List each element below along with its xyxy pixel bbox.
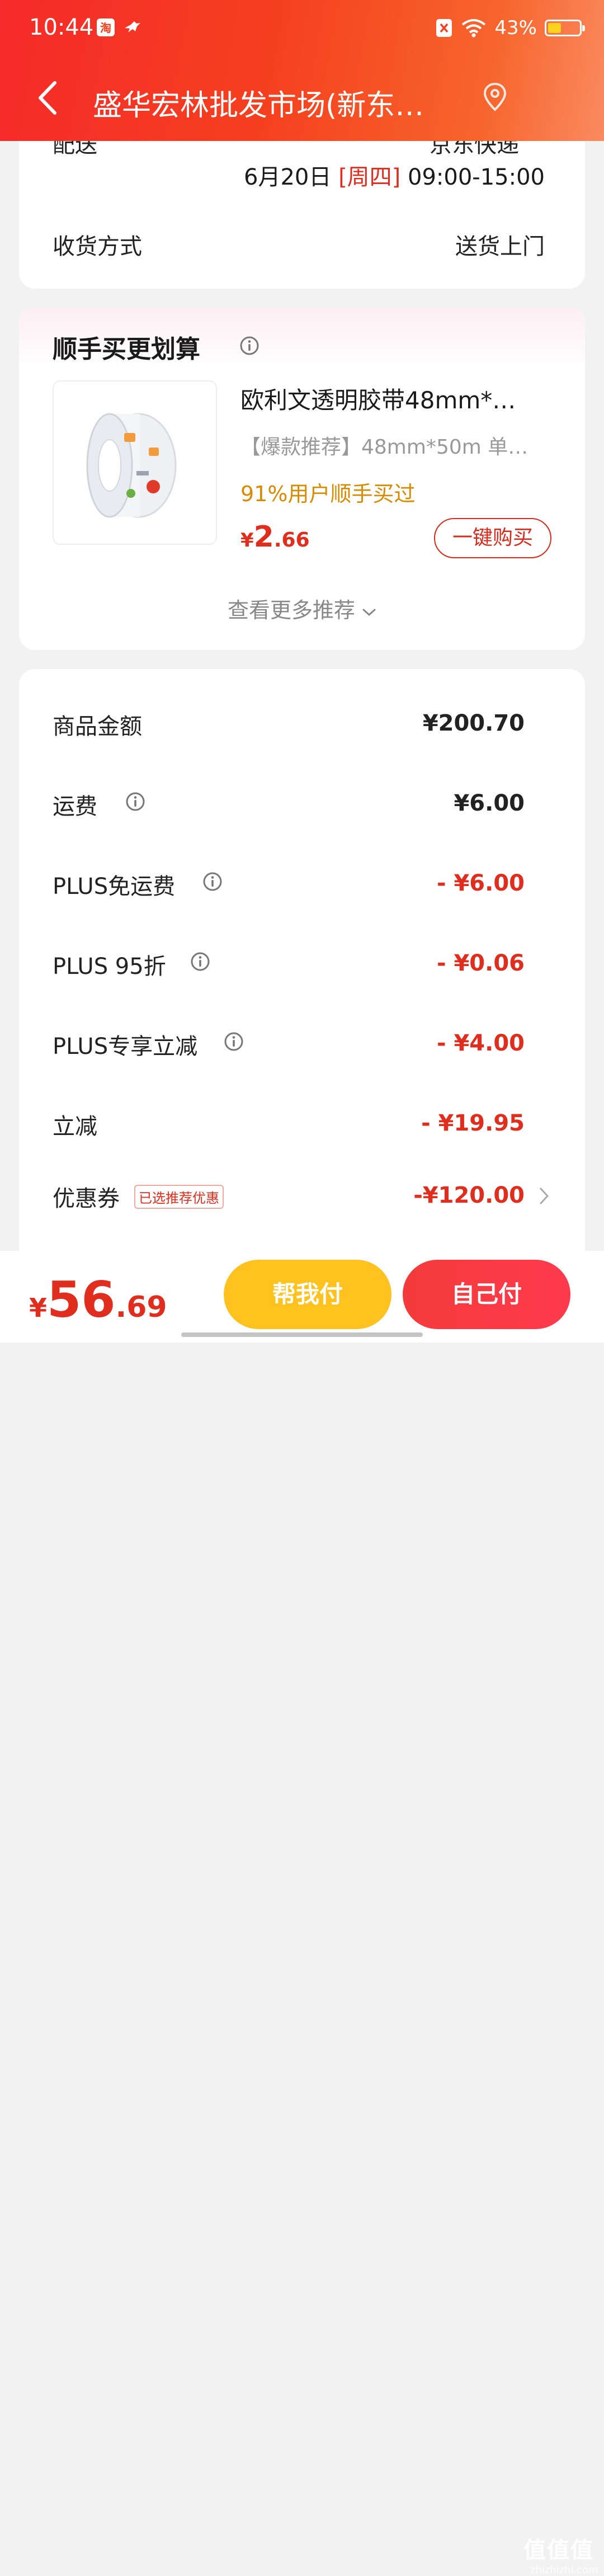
watermark-site: zhizhizhi.com <box>530 2564 598 2576</box>
recommend-title: 顺手买更划算 <box>53 335 200 364</box>
product-desc: 【爆款推荐】48mm*50m 单… <box>240 436 528 459</box>
info-icon[interactable] <box>125 792 145 812</box>
info-icon[interactable] <box>190 952 210 972</box>
receive-method-value[interactable]: 送货上门 <box>455 228 545 261</box>
product-tag: 91%用户顺手买过 <box>240 482 416 506</box>
one-click-buy-button[interactable]: 一键购买 <box>434 518 551 558</box>
self-pay-button[interactable]: 自己付 <box>403 1260 570 1329</box>
price-row-value: ¥200.70 <box>422 710 525 736</box>
close-box-icon <box>436 19 452 37</box>
price-row-label: 立减 <box>53 1114 97 1139</box>
product-price: ¥2.66 <box>240 520 310 554</box>
product-image[interactable] <box>53 380 217 545</box>
header: 10:44 淘 43% 盛华宏林批发市场(新东… <box>0 0 604 141</box>
total-symbol: ¥ <box>29 1293 48 1323</box>
price-card: 商品金额 ¥200.70 运费 ¥6.00 PLUS免运费 - ¥6.00 PLUS 95折… <box>19 669 585 1268</box>
price-row-value: - ¥0.06 <box>436 950 525 976</box>
price-row-value: ¥6.00 <box>454 790 525 816</box>
price-row-label: PLUS 95折 <box>53 954 166 979</box>
tape-roll-image <box>86 413 177 518</box>
price-row-value: - ¥19.95 <box>421 1110 525 1136</box>
chevron-left-icon[interactable] <box>32 79 66 116</box>
price-int: 2 <box>253 520 274 554</box>
chevron-down-icon <box>362 609 376 616</box>
location-pin-icon[interactable] <box>482 82 508 113</box>
battery-icon <box>545 20 585 36</box>
bird-icon <box>125 21 140 32</box>
price-symbol: ¥ <box>240 529 254 552</box>
status-right: 43% <box>435 15 585 41</box>
receive-method-label: 收货方式 <box>53 234 142 260</box>
page-title: 盛华宏林批发市场(新东… <box>93 89 424 123</box>
taobao-icon: 淘 <box>97 18 115 36</box>
delivery-time-slot: 09:00-15:00 <box>408 164 545 190</box>
recommend-card: 顺手买更划算 欧利文透明胶带48mm*… 【爆款推荐】48mm*50m 单… 9… <box>19 308 585 650</box>
battery-level <box>548 23 561 33</box>
battery-percent: 43% <box>494 17 537 39</box>
watermark: 值值值 <box>523 2537 594 2563</box>
price-row-label: 优惠券 <box>53 1186 120 1212</box>
total-int: 56 <box>47 1271 116 1329</box>
more-recommend-link[interactable]: 查看更多推荐 <box>19 593 585 624</box>
nav-bar: 盛华宏林批发市场(新东… <box>0 67 604 129</box>
wifi-icon <box>462 19 486 37</box>
help-pay-button[interactable]: 帮我付 <box>224 1260 391 1329</box>
info-icon[interactable] <box>239 336 259 356</box>
delivery-schedule[interactable]: 6月20日 [周四] 09:00-15:00 <box>244 159 545 191</box>
price-row-label: PLUS免运费 <box>53 874 176 900</box>
more-recommend-label: 查看更多推荐 <box>227 598 355 623</box>
price-row-label: PLUS专享立减 <box>53 1034 198 1059</box>
total-dec: .69 <box>115 1291 167 1324</box>
home-indicator[interactable] <box>181 1332 423 1337</box>
price-row-value: - ¥4.00 <box>436 1030 525 1056</box>
coupon-badge: 已选推荐优惠 <box>134 1185 224 1209</box>
total-price: ¥56.69 <box>29 1271 167 1329</box>
price-row-value: - ¥6.00 <box>436 870 525 896</box>
status-time: 10:44 <box>29 15 94 40</box>
product-name[interactable]: 欧利文透明胶带48mm*… <box>240 382 559 416</box>
price-row-value[interactable]: -¥120.00 <box>413 1183 525 1208</box>
info-icon[interactable] <box>202 872 223 892</box>
bottom-bar: ¥56.69 帮我付 自己付 值值值 zhizhizhi.com <box>0 1251 604 2576</box>
chevron-right-icon[interactable] <box>538 1186 550 1206</box>
svg-text:淘: 淘 <box>100 21 111 35</box>
status-bar: 10:44 淘 43% <box>0 0 604 56</box>
price-row-label: 商品金额 <box>53 714 142 740</box>
delivery-date: 6月20日 <box>244 164 332 190</box>
delivery-weekday: [周四] <box>338 164 401 190</box>
price-row-label: 运费 <box>53 794 97 820</box>
info-icon[interactable] <box>224 1032 244 1052</box>
price-dec: .66 <box>273 529 310 552</box>
